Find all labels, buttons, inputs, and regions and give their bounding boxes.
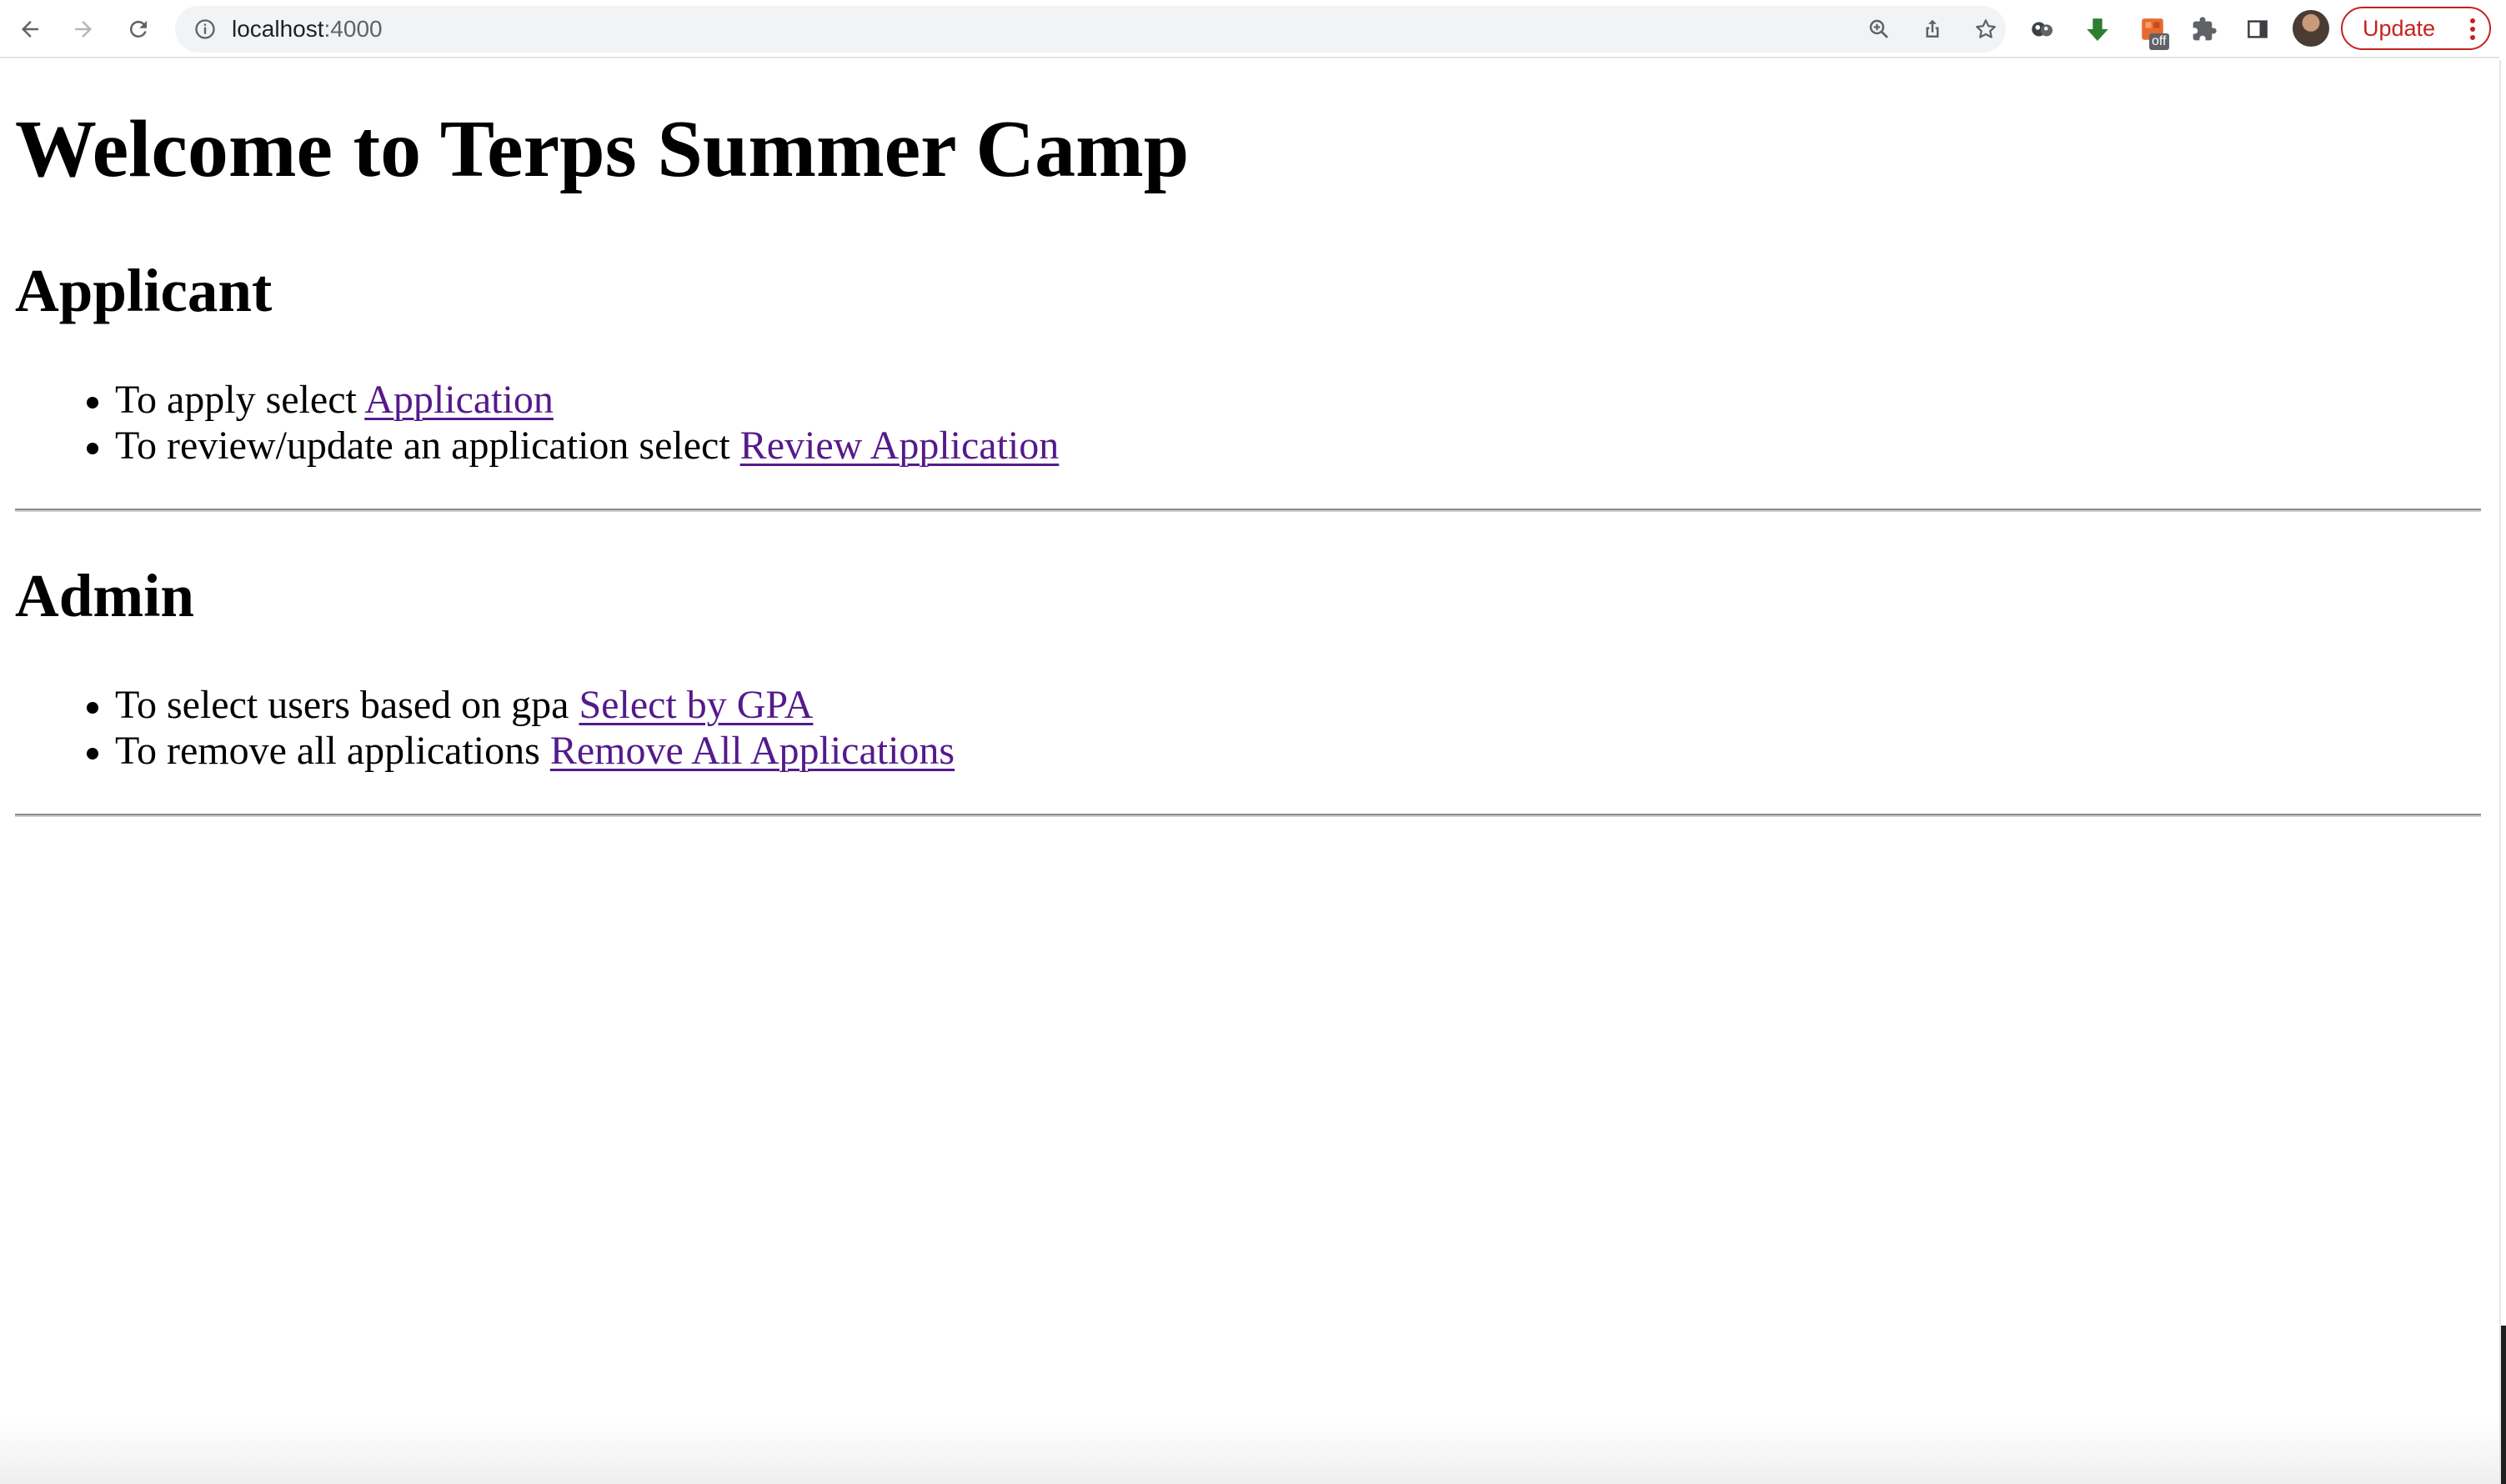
extension-eyes-button[interactable] [2024, 11, 2061, 48]
window-edge [2499, 0, 2506, 1484]
zoom-button[interactable] [1861, 11, 1897, 48]
puzzle-icon [2193, 17, 2217, 41]
extension-download-button[interactable] [2079, 11, 2116, 48]
remove-all-applications-link[interactable]: Remove All Applications [550, 729, 955, 773]
browser-toolbar: localhost:4000 off Update [0, 0, 2506, 58]
share-button[interactable] [1914, 11, 1951, 48]
side-panel-button[interactable] [2239, 11, 2276, 48]
reload-icon [129, 20, 147, 38]
share-icon [1926, 19, 1939, 38]
admin-heading: Admin [15, 562, 195, 629]
list-item-text: To apply select [115, 378, 365, 422]
applicant-heading: Applicant [15, 257, 273, 324]
select-by-gpa-link[interactable]: Select by GPA [579, 683, 813, 727]
list-item: To select users based on gpa Select by G… [0, 682, 955, 728]
list-item: To apply select Application [0, 377, 1059, 423]
window-bottom-edge [0, 1417, 2499, 1484]
url-text[interactable]: localhost:4000 [232, 6, 383, 53]
vertical-dots-icon [2470, 18, 2475, 40]
info-icon[interactable] [193, 18, 217, 41]
list-item-text: To review/update an application select [115, 424, 740, 468]
side-panel-icon [2248, 20, 2268, 38]
list-item: To remove all applications Remove All Ap… [0, 728, 955, 774]
extension-eyes-icon [2032, 22, 2053, 37]
url-port: :4000 [323, 16, 383, 42]
address-bar[interactable]: localhost:4000 [175, 6, 2006, 53]
list-item-text: To remove all applications [115, 729, 550, 773]
list-item: To review/update an application select R… [0, 423, 1059, 469]
arrow-right-icon [75, 21, 92, 38]
profile-avatar[interactable] [2293, 10, 2329, 47]
update-button[interactable]: Update [2341, 7, 2491, 50]
admin-list: To select users based on gpa Select by G… [0, 682, 955, 774]
page-title: Welcome to Terps Summer Camp [15, 104, 1190, 194]
update-button-label: Update [2363, 15, 2436, 41]
back-button[interactable] [12, 11, 48, 48]
green-download-arrow-icon [2087, 18, 2108, 42]
zoom-icon [1869, 19, 1888, 38]
extension-off-badge: off [2149, 33, 2169, 50]
application-link[interactable]: Application [364, 378, 554, 422]
forward-button[interactable] [65, 11, 102, 48]
section-divider [15, 509, 2481, 512]
review-application-link[interactable]: Review Application [740, 424, 1060, 468]
applicant-list: To apply select Application To review/up… [0, 377, 1059, 469]
url-host: localhost [232, 16, 324, 42]
bookmark-button[interactable] [1967, 11, 2004, 48]
list-item-text: To select users based on gpa [115, 683, 579, 727]
extensions-button[interactable] [2186, 11, 2223, 48]
reload-button[interactable] [120, 11, 157, 48]
section-divider [15, 814, 2481, 817]
arrow-left-icon [22, 21, 38, 38]
star-icon [1976, 19, 1996, 38]
